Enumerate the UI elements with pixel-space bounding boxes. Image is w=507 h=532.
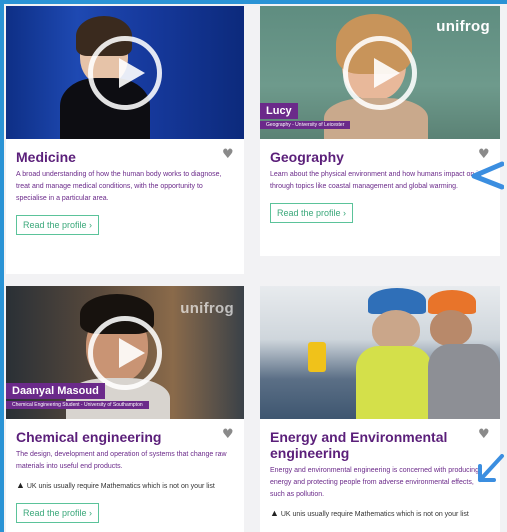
person-body [428, 344, 500, 419]
video-thumbnail[interactable]: unifrog Daanyal Masoud Chemical Engineer… [6, 286, 244, 419]
career-card-geography: unifrog Lucy Geography - University of L… [260, 6, 500, 256]
video-name-tag: Lucy [260, 103, 298, 119]
video-thumbnail[interactable]: unifrog Lucy Geography - University of L… [260, 6, 500, 139]
unifrog-logo: unifrog [180, 300, 234, 317]
video-thumbnail[interactable] [6, 6, 244, 139]
video-subtitle-tag: Chemical Engineering Student - Universit… [6, 401, 149, 409]
career-card-chemical-engineering: unifrog Daanyal Masoud Chemical Engineer… [6, 286, 244, 532]
career-card-energy-environmental-engineering: Energy and Environmental engineering ♥ E… [260, 286, 500, 532]
safety-vest-shape [356, 346, 432, 419]
read-profile-button[interactable]: Read the profile › [16, 215, 100, 235]
requirement-notice: ▲ UK unis usually require Mathematics wh… [270, 508, 469, 518]
video-thumbnail[interactable] [260, 286, 500, 419]
person-figure [430, 310, 472, 346]
warning-icon: ▲ [16, 480, 25, 490]
card-title[interactable]: Energy and Environmental engineering [270, 429, 490, 461]
play-icon[interactable] [88, 35, 162, 110]
play-icon[interactable] [343, 35, 417, 110]
card-title[interactable]: Geography [270, 149, 490, 165]
heart-icon[interactable]: ♥ [222, 428, 234, 441]
card-title[interactable]: Chemical engineering [16, 429, 234, 445]
person-figure [372, 310, 420, 350]
play-icon[interactable] [88, 315, 162, 390]
video-subtitle-tag: Geography - University of Leicester [260, 121, 351, 129]
warning-icon: ▲ [270, 508, 279, 518]
pointer-arrow-icon [478, 454, 504, 482]
card-description: The design, development and operation of… [16, 451, 227, 470]
unifrog-logo: unifrog [436, 18, 490, 35]
card-description: Learn about the physical environment and… [270, 171, 482, 190]
card-description: Energy and environmental engineering is … [270, 467, 479, 498]
read-profile-button[interactable]: Read the profile › [270, 203, 354, 223]
requirement-notice: ▲ UK unis usually require Mathematics wh… [16, 480, 215, 490]
video-name-tag: Daanyal Masoud [6, 383, 105, 399]
career-card-medicine: Medicine ♥ A broad understanding of how … [6, 6, 244, 274]
card-description: A broad understanding of how the human b… [16, 171, 222, 202]
heart-icon[interactable]: ♥ [222, 148, 234, 161]
thermal-camera-shape [308, 342, 326, 372]
card-title[interactable]: Medicine [16, 149, 234, 165]
read-profile-button[interactable]: Read the profile › [16, 503, 100, 523]
pointer-arrow-icon [471, 161, 504, 190]
heart-icon[interactable]: ♥ [478, 428, 490, 441]
